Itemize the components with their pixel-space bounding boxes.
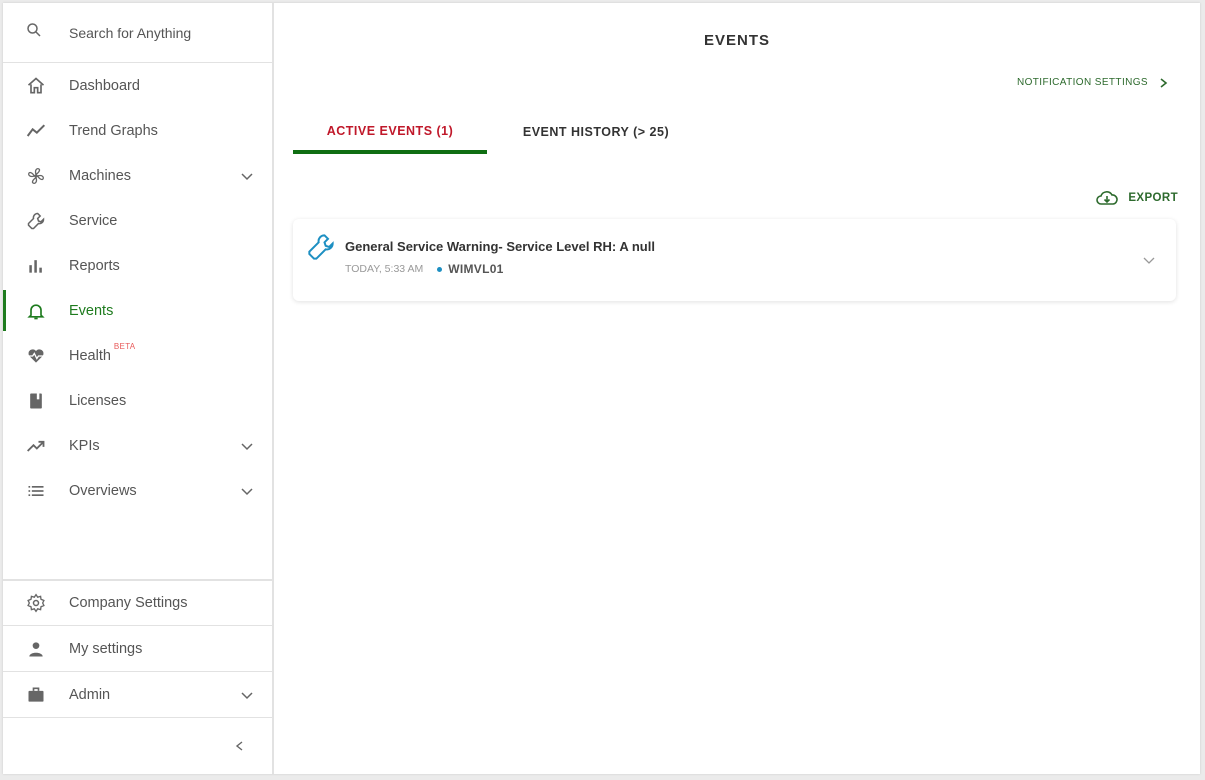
sidebar-item-label: Dashboard [69,77,140,94]
chevron-left-icon[interactable] [234,740,246,752]
sidebar-item-overviews[interactable]: Overviews [3,468,272,513]
sidebar-item-label: KPIs [69,437,100,454]
sidebar-item-label: Licenses [69,392,127,409]
event-title: General Service Warning- Service Level R… [345,239,655,254]
app-window: Dashboard Trend Graphs Machines Servic [3,3,1200,774]
event-card[interactable]: General Service Warning- Service Level R… [293,219,1176,301]
fan-icon [25,165,47,187]
export-button[interactable]: EXPORT [1096,190,1178,206]
notification-settings-label: NOTIFICATION SETTINGS [1017,77,1148,88]
person-icon [25,638,47,660]
cloud-download-icon [1096,191,1119,205]
notification-settings-link[interactable]: NOTIFICATION SETTINGS [1017,77,1168,88]
sidebar: Dashboard Trend Graphs Machines Servic [3,3,274,774]
sidebar-item-label: Admin [69,686,111,703]
book-icon [25,390,47,412]
chevron-down-icon[interactable] [240,439,254,453]
event-time: TODAY, 5:33 AM [345,263,424,275]
chevron-down-icon[interactable] [1142,253,1156,267]
sidebar-item-trend-graphs[interactable]: Trend Graphs [3,108,272,153]
sidebar-item-health[interactable]: Health BETA [3,333,272,378]
chevron-down-icon[interactable] [240,169,254,183]
sidebar-item-events[interactable]: Events [3,288,272,333]
heartbeat-icon [25,345,47,367]
page-title: EVENTS [703,32,770,49]
bell-icon [25,300,47,322]
chevron-right-icon [1160,77,1168,88]
sidebar-item-label: Machines [69,167,132,184]
tab-active-events[interactable]: ACTIVE EVENTS (1) [293,111,487,154]
main-content: EVENTS NOTIFICATION SETTINGS ACTIVE EVEN… [274,3,1200,774]
search-input[interactable] [69,24,269,41]
sidebar-item-service[interactable]: Service [3,198,272,243]
sidebar-bottom: Company Settings My settings Admin [3,579,272,774]
sidebar-collapse-row [3,717,272,774]
trending-up-icon [25,435,47,457]
sidebar-item-my-settings[interactable]: My settings [3,625,272,671]
export-label: EXPORT [1128,192,1178,204]
list-icon [25,480,47,502]
wrench-icon [308,234,334,260]
sidebar-item-machines[interactable]: Machines [3,153,272,198]
sidebar-item-label: Trend Graphs [69,122,158,139]
sidebar-item-kpis[interactable]: KPIs [3,423,272,468]
trend-line-icon [25,120,47,142]
sidebar-item-label: Overviews [69,482,137,499]
sidebar-item-reports[interactable]: Reports [3,243,272,288]
briefcase-icon [25,684,47,706]
sidebar-item-licenses[interactable]: Licenses [3,378,272,423]
status-dot [437,266,443,272]
sidebar-item-label: Reports [69,257,120,274]
chevron-down-icon[interactable] [240,484,254,498]
tab-event-history[interactable]: EVENT HISTORY (> 25) [487,111,705,152]
home-icon [25,75,47,97]
sidebar-item-label: Company Settings [69,595,188,611]
sidebar-item-label: Service [69,212,118,229]
event-machine: WIMVL01 [448,262,504,276]
sidebar-item-label: My settings [69,640,143,657]
sidebar-item-company-settings[interactable]: Company Settings [3,579,272,625]
sidebar-item-label: Health [69,347,111,364]
sidebar-item-label: Events [69,302,114,319]
event-tabs: ACTIVE EVENTS (1) EVENT HISTORY (> 25) [293,111,705,154]
beta-badge: BETA [113,342,136,351]
search-icon[interactable] [25,21,43,44]
gear-icon [25,592,47,614]
event-meta: TODAY, 5:33 AM WIMVL01 [345,262,504,276]
sidebar-item-admin[interactable]: Admin [3,671,272,717]
sidebar-item-dashboard[interactable]: Dashboard [3,63,272,108]
bar-chart-icon [25,255,47,277]
search-bar [3,3,272,63]
wrench-icon [25,210,47,232]
chevron-down-icon[interactable] [240,688,254,702]
